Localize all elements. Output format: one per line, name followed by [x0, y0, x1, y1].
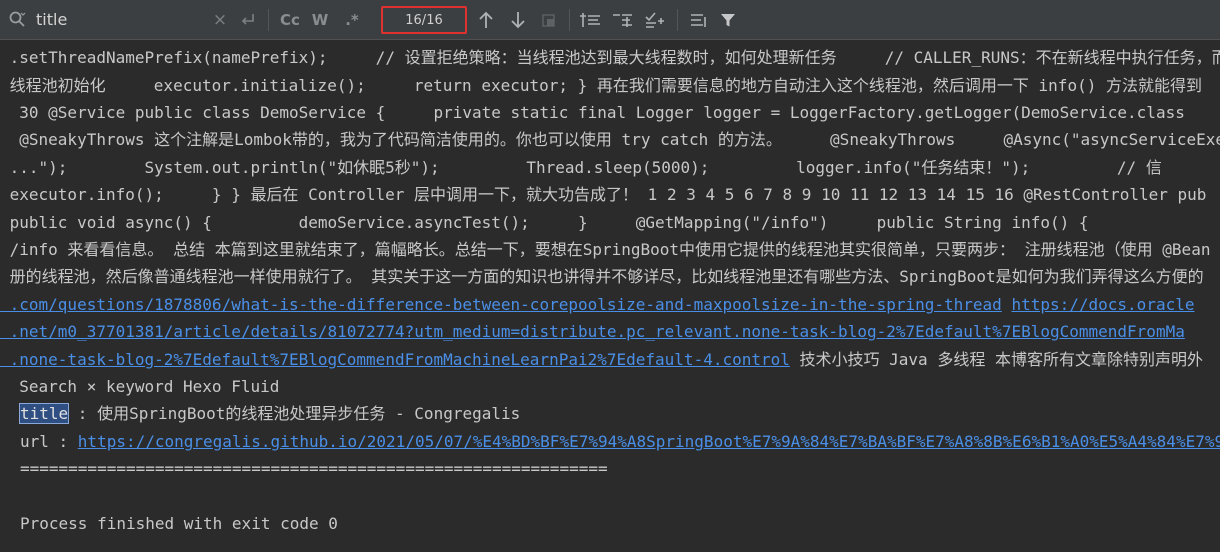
regex-button[interactable]: .*: [340, 9, 364, 31]
console-line: 册的线程池，然后像普通线程池一样使用就行了。 其实关于这一方面的知识也讲得并不够…: [0, 267, 1204, 286]
search-icon[interactable]: [6, 8, 28, 30]
console-link[interactable]: https://congregalis.github.io/2021/05/07…: [78, 432, 1220, 451]
console-line: 30 @Service public class DemoService { p…: [0, 103, 1185, 122]
match-case-button[interactable]: Cc: [277, 9, 303, 31]
console-output[interactable]: .setThreadNamePrefix(namePrefix); // 设置拒…: [0, 41, 1220, 552]
console-line: Process finished with exit code 0: [20, 514, 338, 533]
console-line: Search × keyword Hexo Fluid: [0, 377, 280, 396]
console-link[interactable]: .net/m0_37701381/article/details/8107277…: [0, 322, 1185, 341]
filter-icon[interactable]: [717, 9, 739, 31]
select-all-occurrences-icon[interactable]: [538, 9, 560, 31]
console-line: executor.info(); } } 最后在 Controller 层中调用…: [0, 185, 1207, 204]
find-toolbar: × Cc W .* 16/16: [0, 0, 1220, 40]
console-line: @SneakyThrows 这个注解是Lombok带的，我为了代码简洁使用的。你…: [0, 130, 1220, 149]
console-line: url : https://congregalis.github.io/2021…: [20, 431, 1220, 453]
add-occurrence-icon[interactable]: [579, 9, 603, 31]
toolbar-divider: [569, 9, 570, 31]
console-link[interactable]: https://docs.oracle: [1011, 295, 1194, 314]
console-line: 线程池初始化 executor.initialize(); return exe…: [0, 76, 1202, 95]
console-link[interactable]: .none-task-blog-2%7Edefault%7EBlogCommen…: [0, 350, 790, 369]
remove-occurrence-icon[interactable]: [611, 9, 635, 31]
filter-lines-icon[interactable]: [687, 9, 711, 31]
toolbar-divider: [677, 9, 678, 31]
search-input[interactable]: [36, 8, 206, 30]
toolbar-divider: [268, 9, 269, 31]
console-line: .com/questions/1878806/what-is-the-diffe…: [0, 294, 1195, 316]
console-line: .setThreadNamePrefix(namePrefix); // 设置拒…: [0, 48, 1220, 67]
console-line: ========================================…: [20, 459, 608, 478]
clear-search-button[interactable]: ×: [209, 9, 231, 31]
console-line: .none-task-blog-2%7Edefault%7EBlogCommen…: [0, 350, 1203, 369]
console-line: .net/m0_37701381/article/details/8107277…: [0, 321, 1185, 343]
whole-words-button[interactable]: W: [308, 9, 332, 31]
match-counter: 16/16: [381, 6, 467, 34]
new-line-icon[interactable]: [237, 9, 259, 31]
console-link[interactable]: .com/questions/1878806/what-is-the-diffe…: [0, 295, 1002, 314]
console-line: ..."); System.out.println("如休眠5秒"); Thre…: [0, 158, 1162, 177]
console-line: public void async() { demoService.asyncT…: [0, 213, 1137, 232]
next-occurrence-icon[interactable]: [507, 9, 529, 31]
console-line: /info 来看看信息。 总结 本篇到这里就结束了，篇幅略长。总结一下，要想在S…: [0, 240, 1211, 259]
select-occurrences-icon[interactable]: [643, 9, 667, 31]
console-line: title : 使用SpringBoot的线程池处理异步任务 - Congreg…: [18, 403, 521, 424]
search-match-highlight: title: [18, 403, 70, 424]
previous-occurrence-icon[interactable]: [475, 9, 497, 31]
